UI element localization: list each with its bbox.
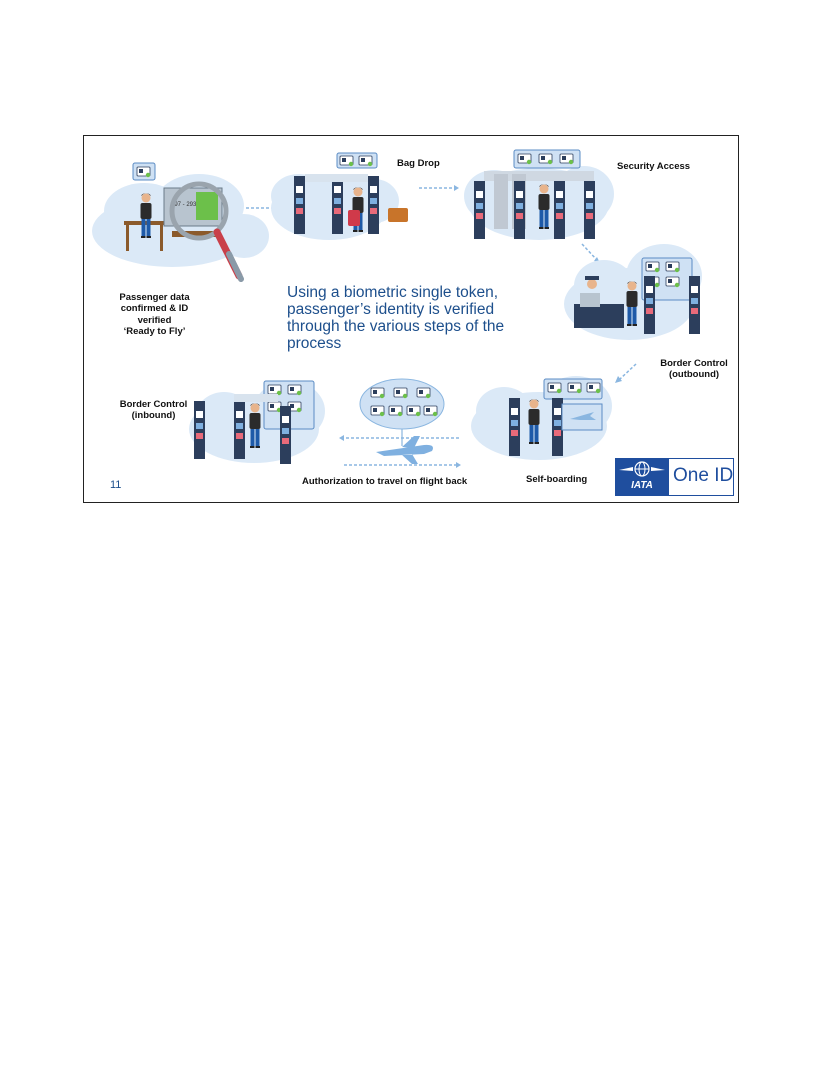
logo-org-text: IATA [631,480,653,491]
step-label-security-access: Security Access [617,161,691,172]
step-label-authorization: Authorization to travel on flight back [302,476,468,487]
step-label-line: (outbound) [668,369,720,381]
step-label-passenger-data: Passenger data confirmed & ID verified ‘… [102,292,207,338]
step-label-self-boarding: Self-boarding [526,474,588,485]
flow-arrow [619,363,637,380]
step-label-line: (inbound) [131,410,176,422]
airplane-icon [376,436,433,464]
step-label-line: Border Control [119,399,188,410]
step-label-line: verified [137,314,172,326]
slide-headline: Using a biometric single token, passenge… [287,284,505,352]
logo-product-text: One ID [673,465,734,486]
page-number: 11 [110,479,122,491]
step-label-line: confirmed & ID [120,303,189,315]
step-label-line: ‘Ready to Fly’ [123,326,186,338]
suitcase-icon [348,210,360,226]
step-label-line: Passenger data [119,292,190,303]
step-label-border-control-inbound: Border Control (inbound) [106,399,201,422]
flow-arrow [581,243,597,260]
step-label-line: Border Control [660,358,728,369]
iata-one-id-logo: IATA One ID [615,458,736,496]
token-panel-icon [543,378,603,400]
token-panel-icon [132,162,156,181]
slide: 397 - 293 Passenger data confirmed & ID … [83,135,739,503]
suitcase-icon [388,208,408,222]
token-panel-icon [513,149,581,169]
step-label-border-control-outbound: Border Control (outbound) [654,358,734,381]
token-panel-icon [359,378,445,446]
token-panel-icon [336,152,378,169]
step-label-bag-drop: Bag Drop [397,158,440,169]
